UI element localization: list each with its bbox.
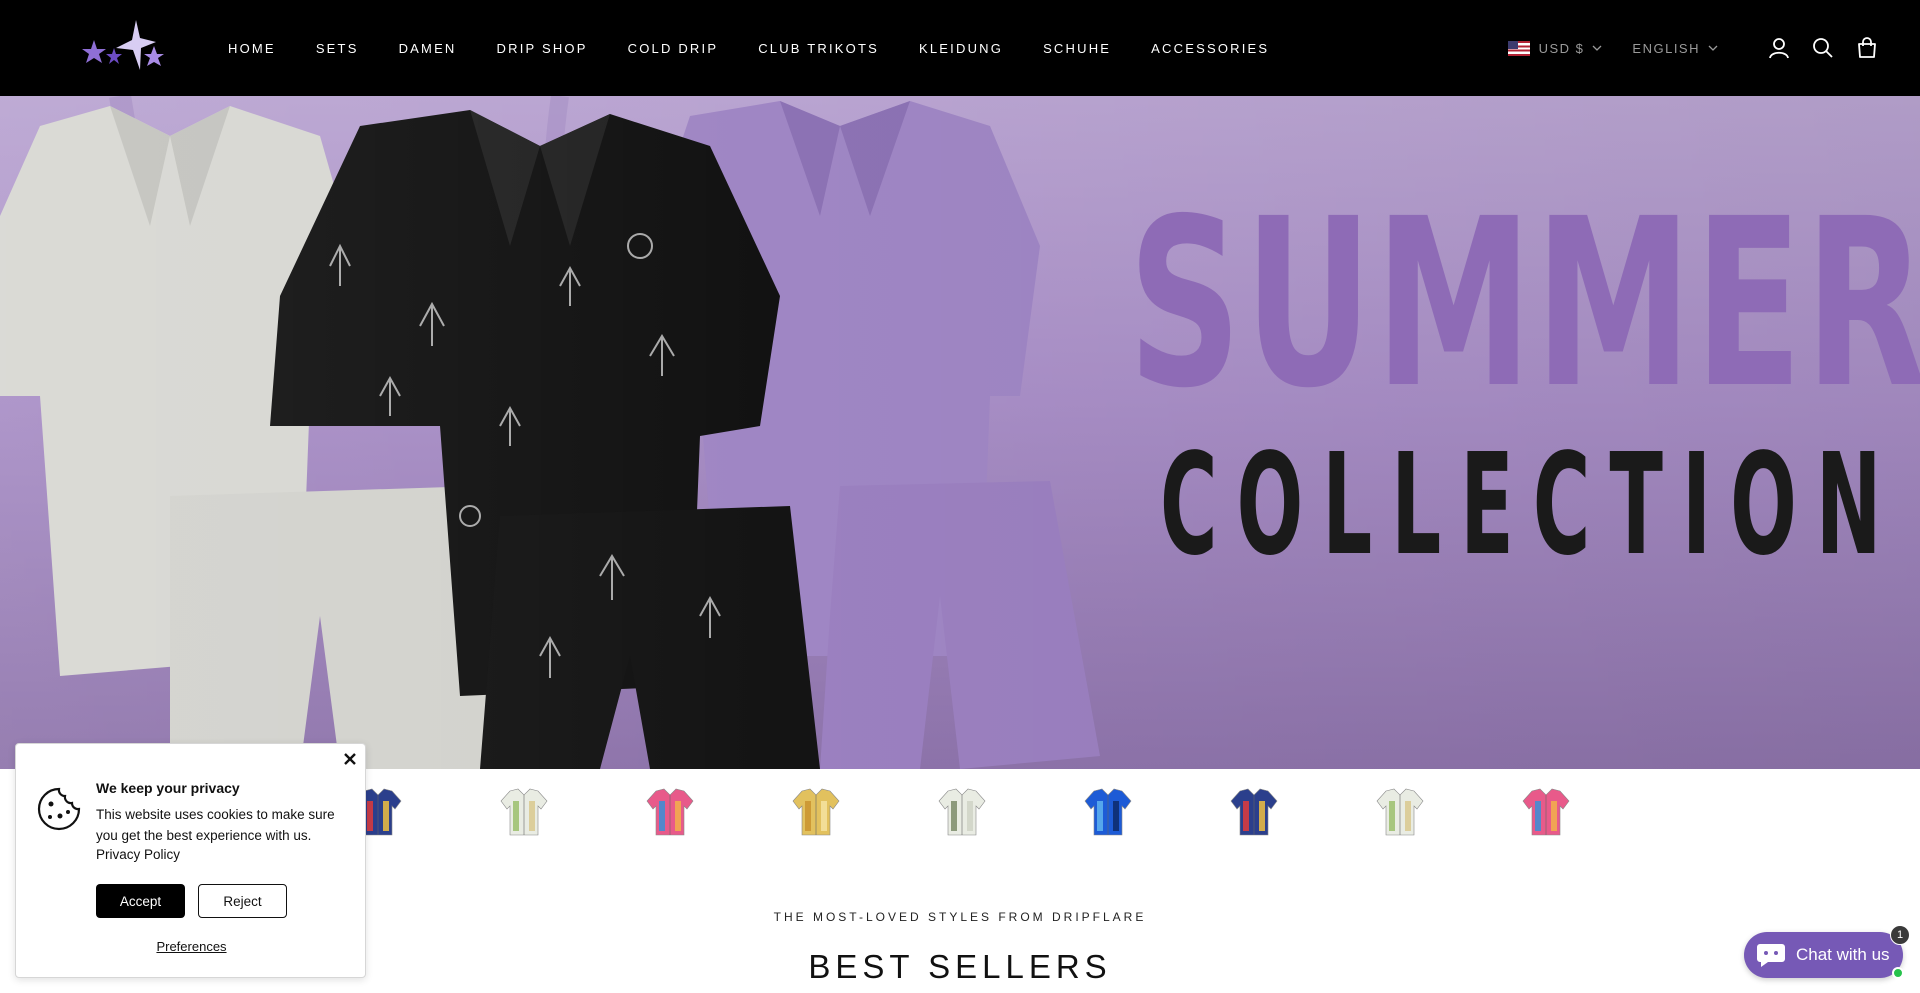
shirt-icon: [1084, 788, 1132, 836]
chat-label: Chat with us: [1796, 945, 1890, 964]
thumbnail-yellow-pattern-shirt[interactable]: [792, 787, 840, 837]
chevron-down-icon: [1708, 45, 1718, 51]
thumbnail-white-print-shirt[interactable]: [500, 787, 548, 837]
hero-banner[interactable]: SUMMER COLLECTION: [0, 96, 1920, 769]
hero-title-summer: SUMMER: [1128, 169, 1920, 439]
accept-button[interactable]: Accept: [96, 884, 185, 918]
thumbnail-pink-stripe-shirt[interactable]: [646, 787, 694, 837]
shirt-icon: [1230, 788, 1278, 836]
shirt-icon: [646, 788, 694, 836]
nav-schuhe[interactable]: SCHUHE: [1043, 41, 1111, 56]
thumbnail-pink-stripe-shirt-2[interactable]: [1522, 787, 1570, 837]
cookie-banner: We keep your privacy This website uses c…: [15, 743, 366, 978]
nav-home[interactable]: HOME: [228, 41, 276, 56]
nav-sets[interactable]: SETS: [316, 41, 359, 56]
cart-button[interactable]: [1854, 35, 1880, 61]
currency-label: USD $: [1538, 40, 1585, 56]
thumbnail-white-green-shirt[interactable]: [938, 787, 986, 837]
chat-online-indicator: [1892, 967, 1904, 979]
us-flag-icon: [1507, 40, 1530, 56]
nav-accessories[interactable]: ACCESSORIES: [1151, 41, 1269, 56]
reject-button[interactable]: Reject: [198, 884, 287, 918]
language-label: ENGLISH: [1632, 40, 1700, 56]
cookie-icon: [37, 787, 81, 831]
nav-drip-shop[interactable]: DRIP SHOP: [497, 41, 588, 56]
chat-unread-badge: 1: [1890, 925, 1910, 945]
thumbnail-blue-gradient-shirt[interactable]: [1084, 787, 1132, 837]
logo[interactable]: [78, 18, 164, 76]
main-nav: HOME SETS DAMEN DRIP SHOP COLD DRIP CLUB…: [228, 0, 1269, 96]
chat-button[interactable]: Chat with us: [1744, 932, 1903, 978]
close-icon: [344, 753, 356, 765]
currency-selector[interactable]: USD $: [1507, 40, 1603, 56]
hero-title-collection: COLLECTION: [1160, 424, 1901, 587]
thumbnail-white-print-shirt-2[interactable]: [1376, 787, 1424, 837]
shirt-icon: [792, 788, 840, 836]
shirt-icon: [1522, 788, 1570, 836]
chat-bubble-icon: [1757, 944, 1785, 967]
nav-damen[interactable]: DAMEN: [399, 41, 457, 56]
privacy-policy-link[interactable]: Privacy Policy: [96, 847, 180, 862]
cart-icon: [1858, 37, 1876, 58]
nav-cold-drip[interactable]: COLD DRIP: [628, 41, 719, 56]
cookie-title: We keep your privacy: [96, 780, 240, 796]
header-utilities: USD $ ENGLISH: [1507, 0, 1880, 96]
thumbnail-tropical-blue-shirt-2[interactable]: [1230, 787, 1278, 837]
nav-kleidung[interactable]: KLEIDUNG: [919, 41, 1003, 56]
account-button[interactable]: [1766, 35, 1792, 61]
nav-club-trikots[interactable]: CLUB TRIKOTS: [758, 41, 879, 56]
language-selector[interactable]: ENGLISH: [1632, 41, 1718, 56]
account-icon: [1769, 38, 1789, 59]
cookie-close-button[interactable]: [341, 750, 359, 768]
shirt-icon: [938, 788, 986, 836]
logo-stars-icon: [82, 20, 164, 70]
chevron-down-icon: [1592, 45, 1602, 51]
cookie-text: This website uses cookies to make sure y…: [96, 807, 335, 843]
search-icon: [1813, 38, 1833, 58]
shirt-icon: [1376, 788, 1424, 836]
preferences-link[interactable]: Preferences: [16, 939, 367, 954]
search-button[interactable]: [1810, 35, 1836, 61]
shirt-icon: [500, 788, 548, 836]
site-header: HOME SETS DAMEN DRIP SHOP COLD DRIP CLUB…: [0, 0, 1920, 96]
